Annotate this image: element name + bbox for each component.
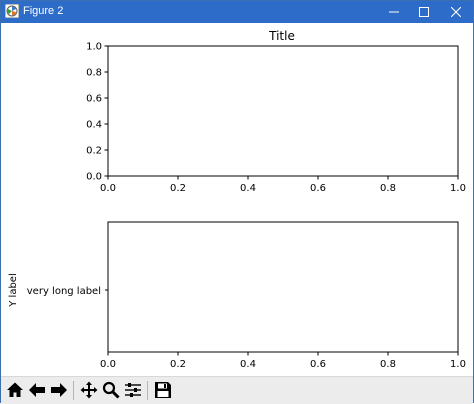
bottom-axes-xtick-label: 0.8 <box>380 359 396 370</box>
top-axes-xtick-label: 0.0 <box>100 183 116 194</box>
figure-plot: Title 0.0 0.2 0.4 0.6 0.8 1.0 0.0 0.2 0.4 0.6 0.8 1… <box>8 29 466 370</box>
bottom-axes-ticks: 0.0 0.2 0.4 0.6 0.8 1.0 <box>100 352 466 370</box>
bottom-axes-xtick-label: 1.0 <box>450 359 466 370</box>
home-icon <box>7 382 23 397</box>
navigation-toolbar <box>1 376 473 404</box>
top-axes-xtick-label: 0.6 <box>310 183 326 194</box>
maximize-button[interactable] <box>409 1 439 23</box>
top-axes-xtick-label: 0.2 <box>170 183 186 194</box>
back-button[interactable] <box>27 380 47 400</box>
bottom-axes-xtick-label: 0.2 <box>170 359 186 370</box>
title-bar[interactable]: Figure 2 <box>1 1 473 23</box>
save-button[interactable] <box>153 380 173 400</box>
figure-window: Figure 2 Title 0.0 0.2 0.4 0.6 0.8 1.0 0.0 0.2 0 <box>0 0 474 404</box>
top-axes-xtick-label: 0.4 <box>240 183 256 194</box>
bottom-axes: very long label Y label 0.0 0.2 0.4 0.6 0.8 1… <box>8 221 466 370</box>
bottom-axes-ylabel: Y label <box>8 273 19 307</box>
close-button[interactable] <box>441 1 471 23</box>
top-axes-ytick-label: 0.2 <box>86 146 102 157</box>
sliders-icon <box>125 383 141 397</box>
move-icon <box>80 381 98 399</box>
magnifier-icon <box>102 381 120 399</box>
close-icon <box>451 7 461 17</box>
toolbar-separator <box>73 381 74 400</box>
top-axes-title: Title <box>268 29 295 43</box>
matplotlib-logo-icon <box>5 4 19 18</box>
window-title: Figure 2 <box>23 5 64 17</box>
toolbar-separator <box>147 381 148 400</box>
top-axes: Title 0.0 0.2 0.4 0.6 0.8 1.0 0.0 0.2 0.4 0.6 0.8 1… <box>86 29 466 194</box>
top-axes-ytick-label: 0.6 <box>86 94 102 105</box>
bottom-axes-frame <box>107 221 459 353</box>
top-axes-frame <box>107 45 459 177</box>
forward-button[interactable] <box>49 380 69 400</box>
top-axes-ytick-label: 1.0 <box>86 42 102 53</box>
minimize-icon <box>389 11 399 13</box>
pan-button[interactable] <box>79 380 99 400</box>
top-axes-ytick-label: 0.8 <box>86 68 102 79</box>
bottom-axes-xtick-label: 0.4 <box>240 359 256 370</box>
zoom-button[interactable] <box>101 380 121 400</box>
top-axes-xtick-label: 1.0 <box>450 183 466 194</box>
arrow-left-icon <box>29 383 45 397</box>
minimize-button[interactable] <box>379 1 409 23</box>
bottom-axes-xtick-label: 0.6 <box>310 359 326 370</box>
top-axes-xtick-label: 0.8 <box>380 183 396 194</box>
floppy-icon <box>155 382 171 398</box>
bottom-axes-xtick-label: 0.0 <box>100 359 116 370</box>
top-axes-ytick-label: 0.0 <box>86 172 102 183</box>
arrow-right-icon <box>51 383 67 397</box>
configure-subplots-button[interactable] <box>123 380 143 400</box>
maximize-icon <box>419 7 429 17</box>
home-button[interactable] <box>5 380 25 400</box>
bottom-ytick-label: very long label <box>27 286 101 297</box>
figure-canvas[interactable]: Title 0.0 0.2 0.4 0.6 0.8 1.0 0.0 0.2 0.4 0.6 0.8 1… <box>1 23 473 376</box>
top-axes-ytick-label: 0.4 <box>86 120 102 131</box>
